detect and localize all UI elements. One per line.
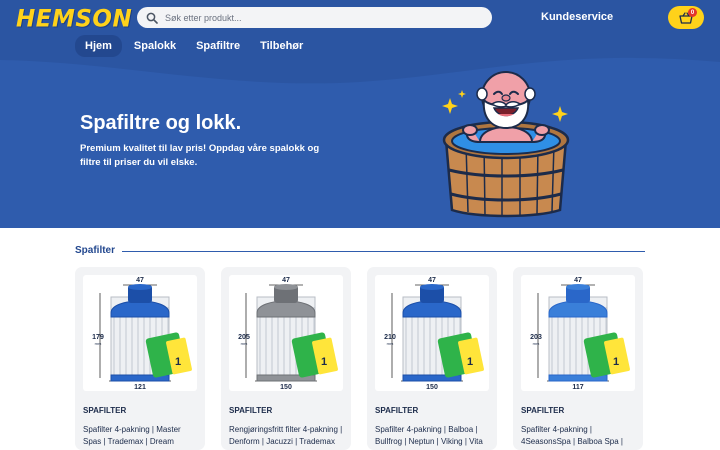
- product-card[interactable]: 1 47 210 mm 150 SPAFILTER Spafilter 4-paknin…: [367, 267, 497, 450]
- hemson-logo[interactable]: HEMSON: [16, 5, 132, 32]
- product-card[interactable]: 1 47 205 mm 150 SPAFILTER Rengjøringsfritt f…: [221, 267, 351, 450]
- product-card[interactable]: 1 47 203 mm 117 SPAFILTER Spafilter 4-paknin…: [513, 267, 643, 450]
- filter-neck-top: [566, 284, 590, 290]
- search-input[interactable]: [165, 12, 465, 23]
- product-category: SPAFILTER: [229, 406, 273, 415]
- nav-item-tilbehor[interactable]: Tilbehør: [250, 35, 313, 57]
- product-name[interactable]: Spafilter 4-pakning | Master Spas | Trad…: [83, 424, 201, 448]
- dimension-unit-label: mm: [533, 341, 540, 346]
- dimension-top-label: 47: [574, 277, 582, 284]
- dimension-top-label: 47: [282, 277, 290, 284]
- section-divider: [122, 251, 645, 252]
- hot-tub-mascot-illustration: [442, 71, 570, 218]
- product-category: SPAFILTER: [375, 406, 419, 415]
- spa-filter-image: 1 47 203mm 117: [530, 277, 630, 391]
- dimension-side-label: 179: [92, 334, 104, 341]
- product-image[interactable]: 1 47 205 mm 150: [229, 275, 343, 391]
- product-image[interactable]: 1 47 179 mm 121: [83, 275, 197, 391]
- main-nav: Hjem Spalokk Spafiltre Tilbehør: [75, 35, 313, 57]
- dimension-bottom-label: 150: [280, 384, 292, 391]
- dimension-bottom-label: 121: [134, 384, 146, 391]
- product-image[interactable]: 1 47 203 mm 117: [521, 275, 635, 391]
- dimension-top-label: 47: [136, 277, 144, 284]
- four-pack-number: 1: [321, 356, 327, 368]
- cart-count-badge: 0: [688, 8, 697, 17]
- nav-item-hjem[interactable]: Hjem: [75, 35, 122, 57]
- customer-service-link[interactable]: Kundeservice: [541, 11, 613, 23]
- hero-title: Spafiltre og lokk.: [80, 112, 242, 134]
- filter-neck-top: [420, 284, 444, 290]
- product-image[interactable]: 1 47 210 mm 150: [375, 275, 489, 391]
- dimension-side-label: 210: [384, 334, 396, 341]
- product-category: SPAFILTER: [521, 406, 565, 415]
- search-bar[interactable]: [137, 7, 492, 28]
- product-card[interactable]: 1 47 179 mm 121 SPAFILTER Spafilter 4-paknin…: [75, 267, 205, 450]
- filter-neck-top: [128, 284, 152, 290]
- filter-neck-top: [274, 284, 298, 290]
- spa-filter-image: 1 47 210mm 150: [384, 277, 484, 391]
- spa-filter-image: 1 47 179mm 121: [92, 277, 192, 391]
- four-pack-number: 1: [467, 356, 473, 368]
- dimension-unit-label: mm: [241, 341, 248, 346]
- product-category: SPAFILTER: [83, 406, 127, 415]
- hero-text: Premium kvalitet til lav pris! Oppdag vå…: [80, 143, 320, 168]
- dimension-unit-label: mm: [387, 341, 394, 346]
- product-name[interactable]: Spafilter 4-pakning | 4SeasonsSpa | Balb…: [521, 424, 639, 448]
- product-name[interactable]: Rengjøringsfritt filter 4-pakning | Denf…: [229, 424, 347, 448]
- product-name[interactable]: Spafilter 4-pakning | Balboa | Bullfrog …: [375, 424, 493, 448]
- nav-item-spalokk[interactable]: Spalokk: [124, 35, 186, 57]
- cart-button[interactable]: 0: [668, 6, 704, 29]
- dimension-side-label: 205: [238, 334, 250, 341]
- dimension-top-label: 47: [428, 277, 436, 284]
- dimension-side-label: 203: [530, 334, 542, 341]
- four-pack-number: 1: [175, 356, 181, 368]
- search-icon: [146, 12, 158, 24]
- dimension-unit-label: mm: [95, 341, 102, 346]
- nav-item-spafiltre[interactable]: Spafiltre: [186, 35, 250, 57]
- section-title-spafilter: Spafilter: [75, 245, 116, 256]
- spa-filter-image: 1 47 205mm 150: [238, 277, 338, 391]
- four-pack-number: 1: [613, 356, 619, 368]
- dimension-bottom-label: 117: [572, 384, 583, 391]
- dimension-bottom-label: 150: [426, 384, 438, 391]
